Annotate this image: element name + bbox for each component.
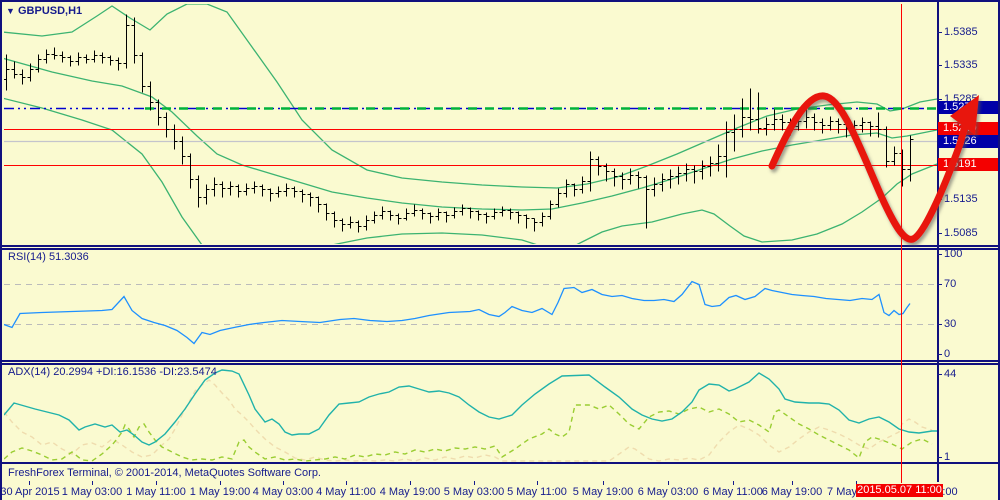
- panel-separator[interactable]: [2, 245, 998, 250]
- price-axis-label: 1.5335: [944, 59, 978, 71]
- time-axis-tick: [410, 481, 411, 485]
- price-axis-label: 1.5385: [944, 26, 978, 38]
- time-axis-label: 4 May 03:00: [252, 486, 314, 498]
- price-axis-tick: [937, 99, 942, 100]
- crosshair-time-badge: 2015.05.07 11:00: [856, 484, 943, 497]
- rsi-axis-tick: [937, 254, 942, 255]
- time-axis-tick: [792, 481, 793, 485]
- time-axis-label: 4 May 11:00: [316, 486, 376, 498]
- rsi-axis-label: 0: [944, 348, 951, 360]
- time-axis-label: 6 May 11:00: [703, 486, 763, 498]
- panel-separator: [2, 462, 998, 464]
- rsi-axis-label: 70: [944, 278, 957, 290]
- time-axis-label: 1 May 11:00: [126, 486, 186, 498]
- symbol-dropdown-icon: ▼: [6, 6, 15, 16]
- time-axis-tick: [346, 481, 347, 485]
- time-axis-tick: [733, 481, 734, 485]
- time-axis-tick: [220, 481, 221, 485]
- trading-terminal-window: ▼ GBPUSD,H1 RSI(14) 51.3036 ADX(14) 20.2…: [0, 0, 1000, 500]
- adx-axis-tick: [937, 457, 942, 458]
- time-axis-label: 4 May 19:00: [379, 486, 441, 498]
- time-axis-tick: [537, 481, 538, 485]
- time-axis-label: 30 Apr 2015: [0, 486, 60, 498]
- price-badge-1.5270: 1.5270: [938, 101, 998, 114]
- time-axis-tick: [156, 481, 157, 485]
- panel-separator[interactable]: [2, 360, 998, 365]
- rsi-axis-label: 30: [944, 318, 957, 330]
- time-axis-label: 5 May 03:00: [443, 486, 505, 498]
- price-axis-label: 1.5135: [944, 193, 978, 205]
- symbol-timeframe-label: GBPUSD,H1: [18, 5, 83, 17]
- time-axis-tick: [603, 481, 604, 485]
- time-axis-label: 7 May: [827, 486, 857, 498]
- price-badge-1.5191: 1.5191: [938, 158, 998, 171]
- price-axis-tick: [937, 233, 942, 234]
- price-badge-1.5226: 1.5226: [938, 135, 998, 148]
- time-axis-label: 1 May 03:00: [61, 486, 123, 498]
- rsi-axis-tick: [937, 284, 942, 285]
- price-badge-1.5240: 1.5240: [938, 122, 998, 135]
- price-axis-tick: [937, 65, 942, 66]
- time-axis-tick: [29, 481, 30, 485]
- time-axis-label: 6 May 19:00: [761, 486, 823, 498]
- price-axis-label: 1.5085: [944, 227, 978, 239]
- rsi-axis-label: 100: [944, 248, 963, 260]
- time-axis-label: 1 May 19:00: [189, 486, 251, 498]
- time-axis-tick: [668, 481, 669, 485]
- copyright-text: FreshForex Terminal, © 2001-2014, MetaQu…: [8, 467, 321, 479]
- time-axis-label: 5 May 19:00: [572, 486, 634, 498]
- price-axis-tick: [937, 199, 942, 200]
- rsi-axis-tick: [937, 354, 942, 355]
- adx-axis-label: 1: [944, 451, 951, 463]
- time-axis-label: :00: [942, 486, 958, 498]
- time-axis-tick: [92, 481, 93, 485]
- time-axis-label: 5 May 11:00: [507, 486, 567, 498]
- rsi-axis-tick: [937, 324, 942, 325]
- time-axis-label: 6 May 03:00: [637, 486, 699, 498]
- adx-indicator-label: ADX(14) 20.2994 +DI:16.1536 -DI:23.5474: [8, 366, 217, 378]
- price-axis-border: [937, 2, 939, 482]
- time-axis-tick: [474, 481, 475, 485]
- adx-axis-tick: [937, 374, 942, 375]
- time-axis-tick: [283, 481, 284, 485]
- rsi-indicator-label: RSI(14) 51.3036: [8, 251, 89, 263]
- adx-axis-label: 44: [944, 368, 957, 380]
- price-axis-tick: [937, 32, 942, 33]
